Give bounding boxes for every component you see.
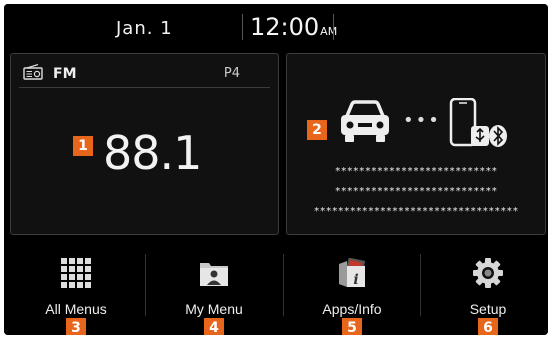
- apps-info-button[interactable]: i Apps/Info 5: [284, 240, 420, 335]
- setup-button[interactable]: Setup 6: [420, 240, 548, 335]
- status-divider: [242, 14, 243, 40]
- callout-badge: 6: [478, 318, 498, 335]
- clock-ampm: AM: [320, 25, 338, 38]
- radio-icon: [23, 64, 43, 80]
- device-name-line: **********************************: [313, 206, 519, 217]
- gear-icon: [473, 258, 503, 288]
- radio-widget[interactable]: FM P4 1 88.1: [10, 53, 279, 235]
- radio-frequency: 88.1: [103, 126, 202, 180]
- connection-dots: •••: [403, 110, 441, 131]
- callout-badge: 4: [204, 318, 224, 335]
- radio-band: FM: [53, 66, 77, 82]
- status-clock[interactable]: 12:00AM: [250, 13, 337, 41]
- callout-badge: 5: [342, 318, 362, 335]
- status-divider: [333, 14, 334, 40]
- menu-label: All Menus: [45, 301, 107, 317]
- grid-icon: [61, 258, 91, 288]
- callout-badge: 3: [66, 318, 86, 335]
- radio-header: FM P4: [19, 62, 270, 88]
- menu-label: Setup: [469, 301, 507, 317]
- head-unit-screen: Jan. 1 12:00AM FM P4 1 88.1 2 ••• ******…: [4, 4, 548, 335]
- all-menus-button[interactable]: All Menus 3: [8, 240, 144, 335]
- my-menu-icon: [200, 263, 228, 286]
- callout-badge: 1: [73, 136, 93, 156]
- status-date: Jan. 1: [116, 18, 173, 39]
- menu-label: My Menu: [185, 301, 243, 317]
- my-menu-button[interactable]: My Menu 4: [146, 240, 282, 335]
- phone-usb-bluetooth-icon: [449, 98, 507, 147]
- radio-preset: P4: [223, 66, 240, 81]
- status-bar: Jan. 1 12:00AM: [4, 4, 548, 52]
- info-icon: i: [339, 258, 366, 288]
- bottom-menu-bar: All Menus 3 My Menu 4 i Apps/Info 5 Setu…: [4, 240, 548, 335]
- svg-text:i: i: [353, 272, 358, 288]
- device-name-line: ***************************: [334, 166, 498, 177]
- callout-badge: 2: [307, 120, 327, 140]
- phone-connection-widget[interactable]: 2 ••• *************************** ******…: [286, 53, 546, 235]
- menu-label: Apps/Info: [322, 301, 382, 317]
- clock-time: 12:00: [250, 13, 320, 41]
- car-icon: [341, 100, 389, 142]
- device-name-line: ***************************: [334, 186, 498, 197]
